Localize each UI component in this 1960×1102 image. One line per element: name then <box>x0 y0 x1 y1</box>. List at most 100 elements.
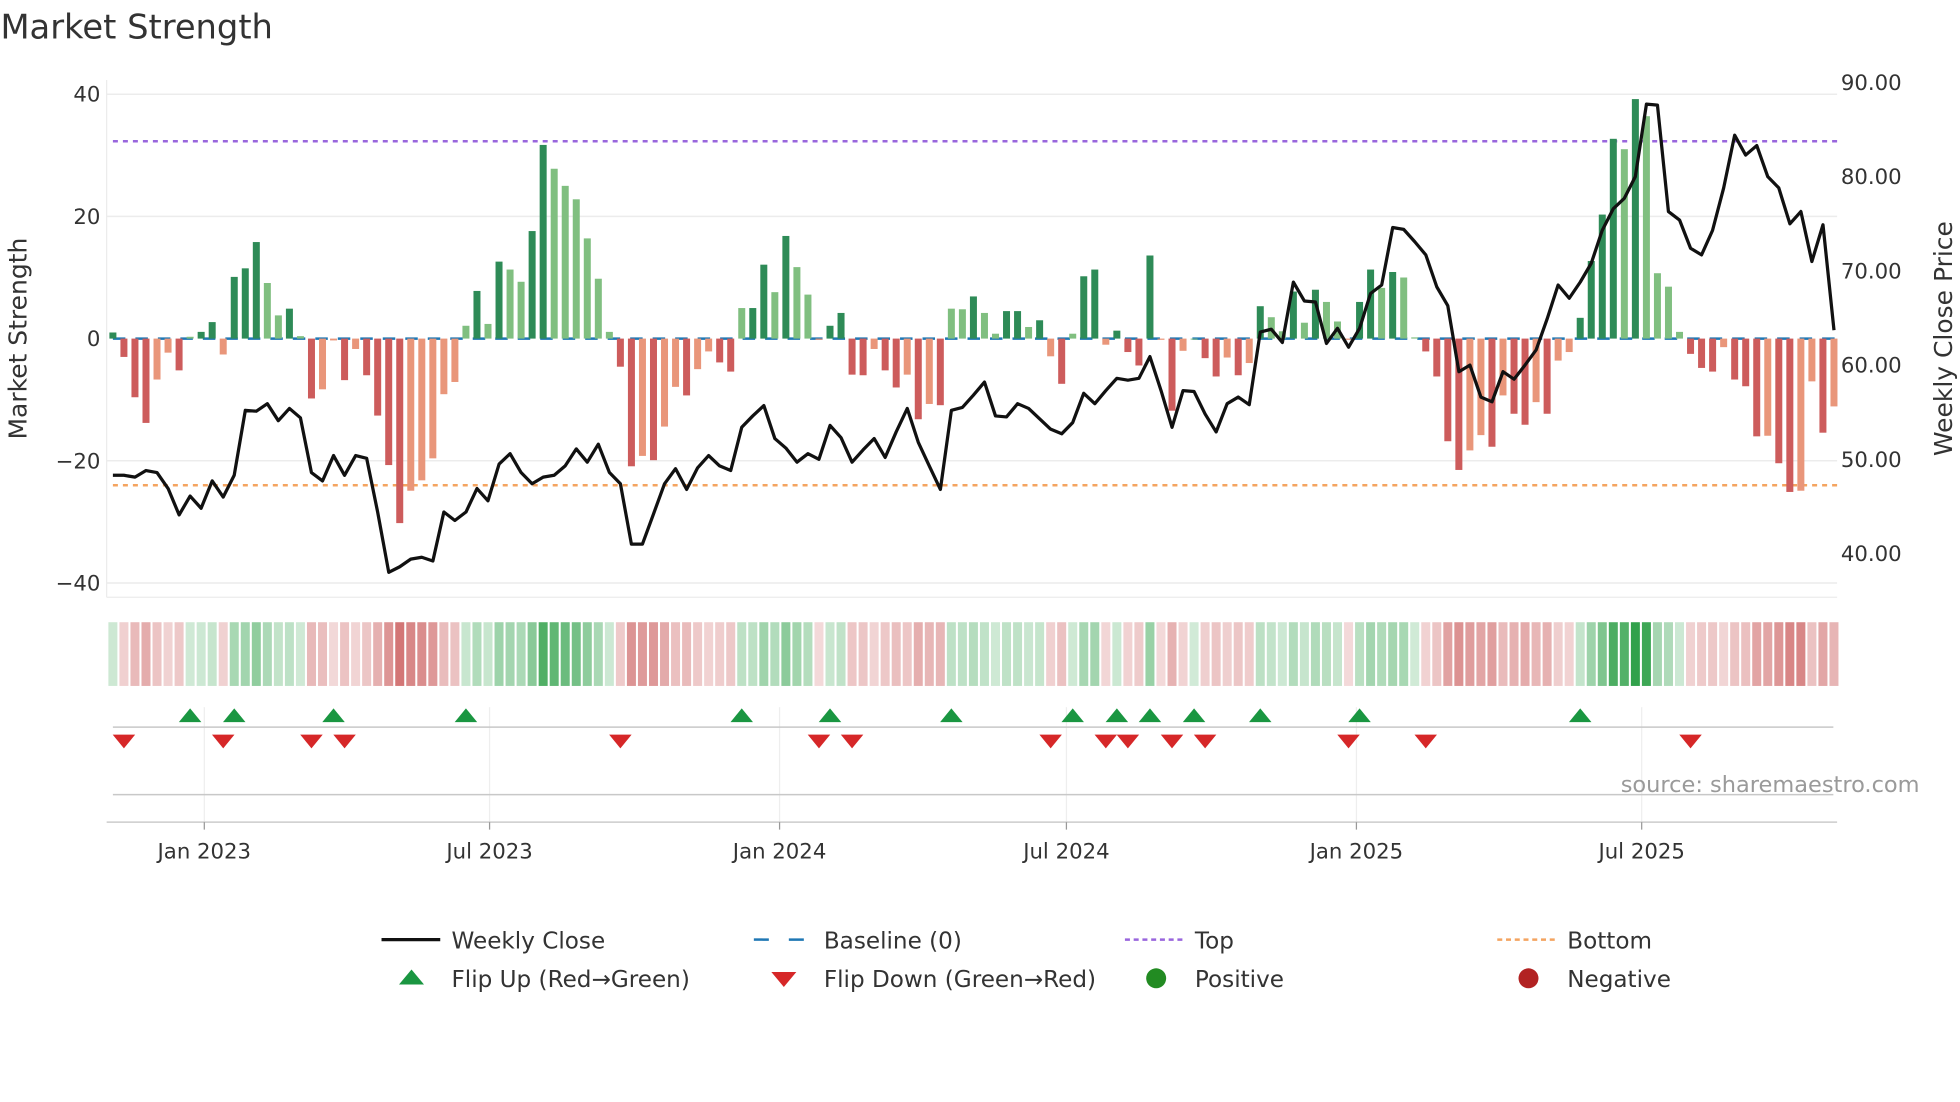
strength-heat-strip <box>108 622 1839 686</box>
strength-bar <box>385 338 393 466</box>
strength-bar <box>1819 338 1827 433</box>
strength-bar <box>363 338 371 376</box>
strength-bar <box>870 338 878 349</box>
heat-cell <box>1675 622 1685 686</box>
strength-bar <box>1565 338 1573 353</box>
flip-down-marker <box>112 734 136 749</box>
legend: Weekly Close Baseline (0) Top Bottom Flip Up… <box>381 928 1671 993</box>
heat-cell <box>803 622 813 686</box>
heat-cell <box>660 622 670 686</box>
strength-bar <box>705 338 713 352</box>
heat-cell <box>395 622 405 686</box>
heat-cell <box>406 622 416 686</box>
strength-bar <box>1190 338 1198 340</box>
strength-bar <box>1775 338 1783 464</box>
heat-cell <box>1310 622 1320 686</box>
strength-bar <box>1345 338 1353 340</box>
heat-cell <box>571 622 581 686</box>
strength-bar <box>848 338 856 375</box>
strength-bar <box>1069 333 1077 339</box>
heat-cell <box>1708 622 1718 686</box>
y-tick-label: −40 <box>56 571 101 596</box>
heat-cell <box>1123 622 1133 686</box>
heat-cell <box>560 622 570 686</box>
strength-bar <box>694 338 702 370</box>
heat-cell <box>1763 622 1773 686</box>
heat-cell <box>329 622 339 686</box>
heat-cell <box>527 622 537 686</box>
heat-cell <box>1255 622 1265 686</box>
strength-bar <box>1422 338 1430 352</box>
heat-cell <box>1024 622 1034 686</box>
strength-bar <box>561 185 569 339</box>
heat-cell <box>1818 622 1828 686</box>
heat-cell <box>483 622 493 686</box>
heat-cell <box>1774 622 1784 686</box>
y2-axis-label: Weekly Close Price <box>1929 221 1958 456</box>
strength-bar <box>1378 287 1386 339</box>
heat-cell <box>979 622 989 686</box>
heat-cell <box>1465 622 1475 686</box>
heat-cell <box>759 622 769 686</box>
strength-bar <box>1664 286 1672 339</box>
legend-item-flip-up: Flip Up (Red→Green) <box>399 967 690 993</box>
y2-tick-label: 70.00 <box>1841 259 1902 284</box>
heat-cell <box>185 622 195 686</box>
strength-bar <box>727 338 735 372</box>
heat-cell <box>494 622 504 686</box>
heat-cell <box>858 622 868 686</box>
strength-bar <box>1797 338 1805 491</box>
heat-cell <box>130 622 140 686</box>
strength-bar <box>1653 273 1661 339</box>
flip-up-marker <box>1182 708 1206 723</box>
legend-item-positive: Positive <box>1146 967 1284 993</box>
strength-bar <box>1124 338 1132 353</box>
heat-cell <box>362 622 372 686</box>
strength-bar <box>550 168 558 339</box>
strength-bar <box>1609 138 1617 339</box>
heat-cell <box>340 622 350 686</box>
heat-cell <box>748 622 758 686</box>
strength-bar <box>749 308 757 339</box>
heat-cell <box>1454 622 1464 686</box>
heat-cell <box>968 622 978 686</box>
heat-cell <box>1399 622 1409 686</box>
flip-up-marker <box>1249 708 1272 723</box>
x-tick-label: Jul 2023 <box>444 839 532 864</box>
strength-bar <box>473 290 481 339</box>
heat-cell <box>1829 622 1839 686</box>
source-label: source: sharemaestro.com <box>1621 772 1920 798</box>
heat-cell <box>1553 622 1563 686</box>
heat-cell <box>582 622 592 686</box>
legend-item-close: Weekly Close <box>381 928 605 954</box>
strength-bar <box>539 144 547 339</box>
heat-cell <box>1476 622 1486 686</box>
heat-cell <box>450 622 460 686</box>
legend-label: Negative <box>1567 967 1671 993</box>
flip-up-marker <box>1138 708 1162 723</box>
strength-bar <box>1102 338 1110 345</box>
strength-bars <box>109 99 1838 524</box>
market-strength-chart: Market Strength Market Strength Weekly C… <box>0 8 1958 993</box>
strength-bar <box>1135 338 1143 366</box>
heat-cell <box>726 622 736 686</box>
legend-item-flip-down: Flip Down (Green→Red) <box>771 967 1096 993</box>
flip-up-marker <box>1348 708 1371 723</box>
strength-bar <box>296 336 304 339</box>
heat-cell <box>1002 622 1012 686</box>
strength-bar <box>859 338 867 376</box>
heat-cell <box>240 622 250 686</box>
strength-bar <box>1047 338 1055 357</box>
legend-label: Baseline (0) <box>824 928 962 954</box>
strength-bar <box>760 264 768 339</box>
legend-label: Flip Down (Green→Red) <box>824 967 1096 993</box>
heat-cell <box>1277 622 1287 686</box>
strength-bar <box>716 338 724 363</box>
heat-cell <box>869 622 879 686</box>
heat-cell <box>1244 622 1254 686</box>
flip-down-marker <box>840 734 864 749</box>
heat-cell <box>1266 622 1276 686</box>
strength-bar <box>186 336 194 339</box>
strength-bar <box>1179 338 1187 351</box>
heat-cell <box>417 622 427 686</box>
